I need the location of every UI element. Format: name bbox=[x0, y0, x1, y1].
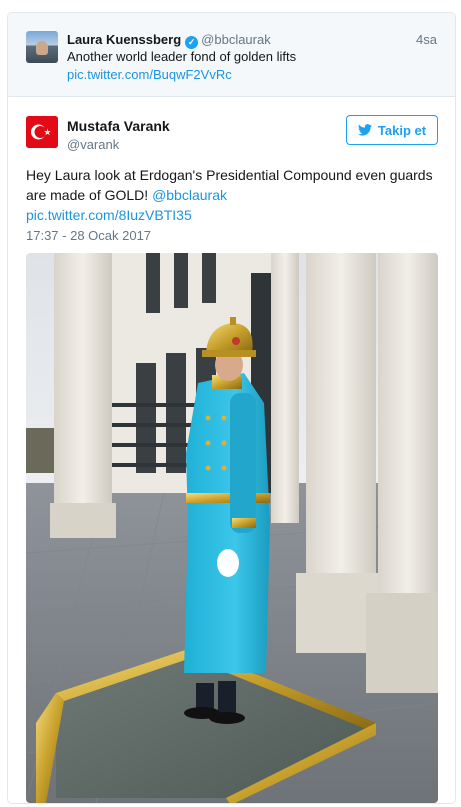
follow-button[interactable]: Takip et bbox=[346, 115, 438, 145]
quoted-tweet-time[interactable]: 4sa bbox=[416, 32, 437, 47]
ceremonial-guard-photo[interactable] bbox=[26, 253, 438, 803]
quoted-tweet[interactable]: Laura Kuenssberg ✓ @bbclaurak 4sa Another … bbox=[8, 13, 455, 97]
quoted-author-line: Laura Kuenssberg ✓ @bbclaurak bbox=[67, 32, 271, 49]
twitter-bird-icon bbox=[357, 124, 372, 136]
quoted-author-avatar[interactable] bbox=[26, 31, 58, 63]
tweet-text-body: Hey Laura look at Erdogan's Presidential… bbox=[26, 167, 433, 203]
author-handle[interactable]: @varank bbox=[67, 137, 119, 152]
tweet-text: Hey Laura look at Erdogan's Presidential… bbox=[26, 165, 438, 205]
quoted-author-handle[interactable]: @bbclaurak bbox=[201, 32, 271, 47]
photo-link[interactable]: pic.twitter.com/8IuzVBTI35 bbox=[26, 207, 192, 223]
quoted-tweet-text: Another world leader fond of golden lift… bbox=[67, 49, 297, 64]
follow-button-label: Takip et bbox=[377, 122, 427, 138]
author-name[interactable]: Mustafa Varank bbox=[67, 118, 170, 134]
embedded-tweet-card: Laura Kuenssberg ✓ @bbclaurak 4sa Another … bbox=[7, 12, 456, 804]
author-avatar[interactable] bbox=[26, 116, 58, 148]
quoted-tweet-link[interactable]: pic.twitter.com/BuqwF2VvRc bbox=[67, 67, 232, 82]
turkish-flag-icon bbox=[26, 116, 58, 148]
tweet-timestamp[interactable]: 17:37 - 28 Ocak 2017 bbox=[26, 228, 151, 243]
mention-link[interactable]: @bbclaurak bbox=[152, 187, 227, 203]
verified-badge-icon: ✓ bbox=[185, 36, 199, 49]
quoted-author-name[interactable]: Laura Kuenssberg bbox=[67, 32, 181, 47]
photo-illustration bbox=[26, 253, 438, 803]
